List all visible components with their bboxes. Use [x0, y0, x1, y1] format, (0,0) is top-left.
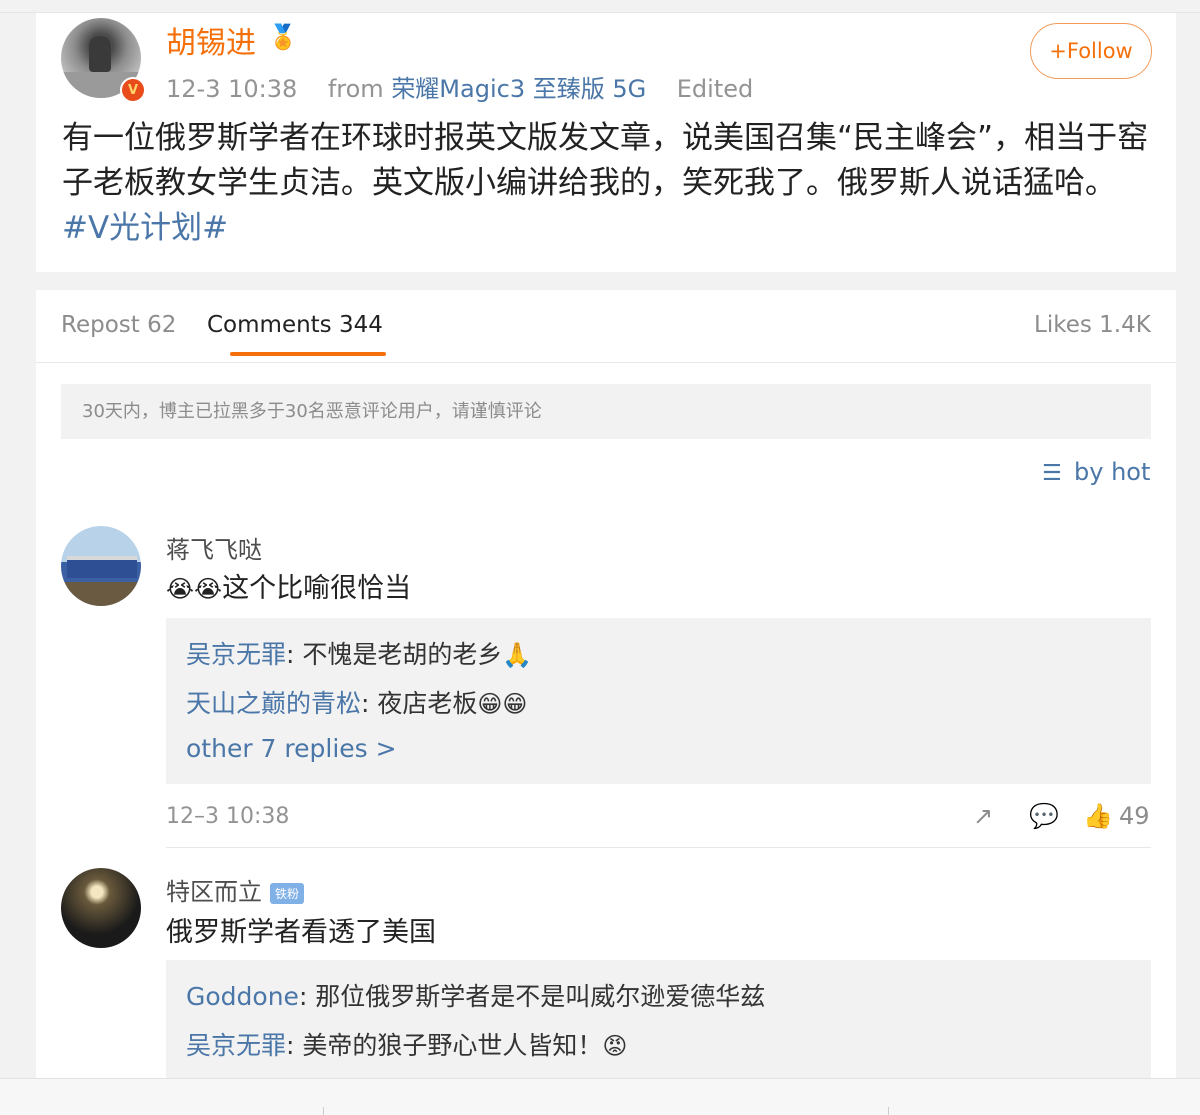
commenter-name-row: 特区而立 铁粉: [166, 872, 305, 907]
from-label: from: [327, 75, 384, 103]
more-replies-link[interactable]: other 7 replies >: [186, 734, 397, 763]
sort-toggle[interactable]: ☰ by hot: [1042, 458, 1150, 486]
grin-emoji: 😁😁: [477, 690, 528, 718]
reply-text: : 美帝的狼子野心世人皆知！: [286, 1031, 603, 1060]
device-link[interactable]: 荣耀Magic3 至臻版 5G: [391, 75, 646, 103]
fan-badge: 铁粉: [270, 882, 305, 904]
reply-item: 吴京无罪: 美帝的狼子野心世人皆知！😡: [186, 1026, 627, 1062]
reply-item: 天山之巅的青松: 夜店老板😁😁: [186, 684, 527, 720]
comment-divider: [166, 847, 1151, 848]
edited-label: Edited: [676, 75, 754, 103]
train-image: [67, 556, 137, 578]
sort-icon: ☰: [1042, 461, 1062, 486]
post-card: V 胡锡进 🏅 12-3 10:38 from 荣耀Magic3 至臻版 5G …: [36, 13, 1176, 272]
tab-likes[interactable]: Likes 1.4K: [1034, 312, 1151, 338]
verified-icon: V: [120, 77, 146, 103]
post-body: 有一位俄罗斯学者在环球时报英文版发文章，说美国召集“民主峰会”，相当于窑子老板教…: [62, 120, 1149, 201]
sort-label: by hot: [1074, 458, 1151, 486]
reply-item: Goddone: 那位俄罗斯学者是不是叫威尔逊爱德华兹: [186, 977, 765, 1013]
top-divider: [0, 0, 1200, 13]
active-tab-indicator: [230, 352, 386, 356]
post-timestamp: 12-3 10:38: [166, 75, 298, 103]
comment-body: 这个比喻很恰当: [222, 573, 412, 604]
topic-link[interactable]: #V光计划#: [62, 210, 228, 246]
comment-icon[interactable]: 💬: [1029, 802, 1059, 830]
reply-item: 吴京无罪: 不愧是老胡的老乡🙏: [186, 635, 532, 671]
post-meta: 12-3 10:38 from 荣耀Magic3 至臻版 5G Edited: [166, 69, 753, 104]
reply-box[interactable]: Goddone: 那位俄罗斯学者是不是叫威尔逊爱德华兹 吴京无罪: 美帝的狼子野…: [166, 960, 1151, 1080]
commenter-avatar[interactable]: [61, 868, 141, 948]
reply-author[interactable]: 吴京无罪: [186, 1031, 286, 1060]
tab-repost[interactable]: Repost 62: [61, 312, 176, 338]
follow-button[interactable]: +Follow: [1030, 23, 1152, 79]
comment-timestamp: 12–3 10:38: [166, 804, 290, 829]
avatar-figure: [89, 36, 111, 72]
reply-author[interactable]: 天山之巅的青松: [186, 689, 361, 718]
crying-laughing-emoji: 😭😭: [166, 575, 223, 603]
comment-body: 俄罗斯学者看透了美国: [166, 917, 436, 948]
post-text: 有一位俄罗斯学者在环球时报英文版发文章，说美国召集“民主峰会”，相当于窑子老板教…: [62, 116, 1152, 251]
author-name[interactable]: 胡锡进: [166, 18, 256, 62]
like-icon[interactable]: 👍: [1083, 802, 1113, 830]
like-count: 49: [1119, 802, 1150, 830]
commenter-name[interactable]: 蒋飞飞哒: [166, 530, 262, 565]
reply-box[interactable]: 吴京无罪: 不愧是老胡的老乡🙏 天山之巅的青松: 夜店老板😁😁 other 7 …: [166, 618, 1151, 784]
commenter-name[interactable]: 特区而立: [166, 878, 262, 906]
reply-author[interactable]: Goddone: [186, 982, 299, 1011]
reply-text: : 不愧是老胡的老乡: [286, 640, 503, 669]
tab-comments[interactable]: Comments 344: [207, 312, 383, 338]
commenter-avatar[interactable]: [61, 526, 141, 606]
comment-text: 😭😭这个比喻很恰当: [166, 566, 411, 605]
tab-bar: Repost 62 Comments 344 Likes 1.4K: [36, 290, 1176, 363]
share-icon[interactable]: ↗: [973, 802, 993, 830]
medal-icon: 🏅: [268, 23, 298, 51]
comment-actions: ↗ 💬 👍 49: [971, 802, 1151, 832]
pray-emoji: 🙏: [502, 641, 533, 669]
angry-emoji: 😡: [602, 1032, 628, 1060]
comments-card: Repost 62 Comments 344 Likes 1.4K 30天内，博…: [36, 290, 1176, 1080]
bottom-toolbar: [0, 1078, 1200, 1115]
reply-author[interactable]: 吴京无罪: [186, 640, 286, 669]
block-notice: 30天内，博主已拉黑多于30名恶意评论用户，请谨慎评论: [61, 384, 1151, 439]
reply-text: : 夜店老板: [361, 689, 478, 718]
reply-text: : 那位俄罗斯学者是不是叫威尔逊爱德华兹: [298, 982, 766, 1011]
